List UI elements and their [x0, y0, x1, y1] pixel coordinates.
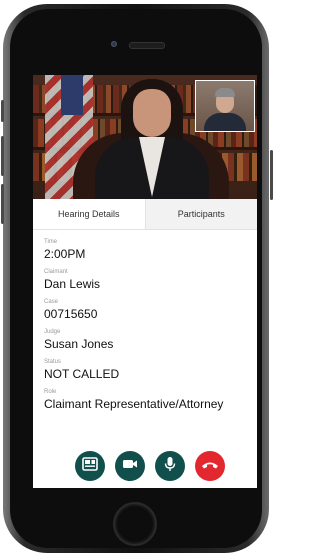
main-video-feed[interactable]: [33, 75, 257, 199]
tab-hearing-details[interactable]: Hearing Details: [33, 199, 146, 229]
call-controls: [33, 447, 257, 483]
claimant-field: Claimant Dan Lewis: [44, 268, 254, 292]
flag-canton: [61, 75, 83, 115]
status-value: NOT CALLED: [44, 367, 120, 381]
judge-value: Susan Jones: [44, 337, 114, 351]
claimant-value: Dan Lewis: [44, 277, 101, 291]
switch-view-button[interactable]: [75, 451, 105, 481]
volume-up-button: [1, 136, 4, 176]
role-label: Role: [44, 389, 57, 395]
role-value: Claimant Representative/Attorney: [44, 397, 224, 411]
microphone-icon: [164, 456, 176, 477]
judge-field: Judge Susan Jones: [44, 328, 254, 352]
case-field: Case 00715650: [44, 298, 254, 322]
volume-down-button: [1, 184, 4, 224]
case-label: Case: [44, 299, 59, 305]
earpiece-speaker: [129, 42, 165, 49]
status-field: Status NOT CALLED: [44, 358, 254, 382]
hearing-details-panel: Time 2:00PM Claimant Dan Lewis Case 0071…: [44, 238, 254, 418]
video-camera-icon: [122, 457, 138, 475]
video-toggle-button[interactable]: [115, 451, 145, 481]
status-label: Status: [44, 359, 62, 365]
switch-view-icon: [82, 456, 98, 476]
tab-participants[interactable]: Participants: [145, 199, 257, 229]
mute-switch: [1, 100, 4, 122]
time-label: Time: [44, 239, 58, 245]
self-view-body: [204, 113, 246, 131]
front-camera: [111, 41, 117, 47]
self-view-hair: [215, 88, 235, 97]
microphone-toggle-button[interactable]: [155, 451, 185, 481]
judge-face: [133, 89, 171, 137]
case-value: 00715650: [44, 307, 98, 321]
self-view-video[interactable]: [195, 80, 255, 132]
app-screen: Hearing Details Participants Time 2:00PM…: [33, 75, 257, 488]
tab-bar: Hearing Details Participants: [33, 199, 257, 230]
judge-label: Judge: [44, 329, 61, 335]
power-button: [270, 150, 273, 200]
role-field: Role Claimant Representative/Attorney: [44, 388, 254, 412]
claimant-label: Claimant: [44, 269, 68, 275]
end-call-icon: [201, 457, 219, 475]
home-button[interactable]: [113, 502, 157, 546]
time-value: 2:00PM: [44, 247, 86, 261]
end-call-button[interactable]: [195, 451, 225, 481]
time-field: Time 2:00PM: [44, 238, 254, 262]
